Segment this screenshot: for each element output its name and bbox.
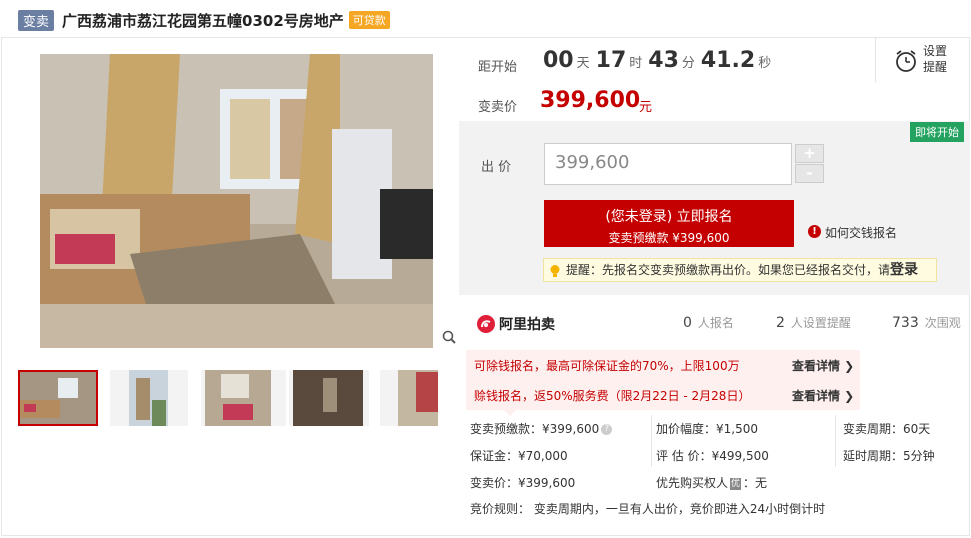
deduction-offer-2: 赊钱报名，返50%服务费（限2月22日 - 2月28日） xyxy=(474,389,751,403)
signup-button[interactable]: (您未登录) 立即报名 变卖预缴款 ¥399,600 xyxy=(544,200,794,247)
views-label: 次围观 xyxy=(924,316,961,330)
how-to-pay-link[interactable]: 如何交钱报名 xyxy=(825,224,897,241)
countdown-seconds-unit: 秒 xyxy=(758,56,772,71)
signup-count: 0 人报名 xyxy=(683,314,734,331)
prepay-amount: 变卖预缴款：¥399,600? xyxy=(470,420,613,437)
sale-price: 399,600 xyxy=(540,88,641,113)
remind-line1: 设置 xyxy=(923,44,948,58)
remind-line2: 提醒 xyxy=(923,60,948,74)
bidding-rules: 竞价规则： 变卖周期内，一旦有人出价，竞价即进入24小时倒计时 xyxy=(470,502,826,516)
status-badge: 即将开始 xyxy=(910,122,964,142)
login-link[interactable]: 登录 xyxy=(890,262,918,278)
bid-increment: 加价幅度：¥1,500 xyxy=(656,422,758,436)
countdown-hours-unit: 时 xyxy=(629,56,643,71)
countdown-days: 00 xyxy=(543,48,574,73)
bid-label: 出 价 xyxy=(481,160,512,175)
deposit: 保证金：¥70,000 xyxy=(470,449,568,463)
priority-value: ：无 xyxy=(743,476,768,490)
appraisal-price: 评 估 价：¥499,500 xyxy=(656,449,769,463)
divider xyxy=(651,415,652,467)
main-property-image[interactable] xyxy=(40,54,433,348)
countdown-minutes-unit: 分 xyxy=(681,56,695,71)
thumbnail-1[interactable] xyxy=(18,370,98,426)
delay-period: 延时周期：5分钟 xyxy=(843,449,935,463)
reminder-count: 2 人设置提醒 xyxy=(776,314,851,331)
loan-available-tag: 可贷款 xyxy=(348,11,390,29)
thumbnail-3[interactable] xyxy=(201,370,286,426)
increase-bid-button[interactable]: + xyxy=(795,144,824,163)
alibaba-auction-logo: 阿里拍卖 xyxy=(477,314,555,334)
divider xyxy=(875,38,876,82)
thumbnail-4[interactable] xyxy=(289,370,369,426)
countdown-hours: 17 xyxy=(595,48,627,73)
help-icon[interactable]: ? xyxy=(601,424,613,435)
tip-text: 提醒：先报名交变卖预缴款再出价。如果您已经报名交付，请 xyxy=(566,263,891,277)
thumbnail-strip xyxy=(18,370,438,426)
deduction-detail-link-2[interactable]: 查看详情 ❯ xyxy=(792,387,854,404)
set-reminder-button[interactable]: 设置 提醒 xyxy=(923,43,953,75)
alibaba-auction-icon xyxy=(477,315,495,333)
lightbulb-icon xyxy=(549,263,561,277)
signups-count: 0 xyxy=(683,315,692,331)
thumbnail-5[interactable] xyxy=(380,370,438,426)
signup-label: (您未登录) 立即报名 xyxy=(605,209,733,225)
prepay-text: 变卖预缴款：¥399,600 xyxy=(470,422,600,436)
countdown-seconds: 41.2 xyxy=(700,48,756,73)
deduction-caret xyxy=(503,409,517,416)
signup-deposit: 变卖预缴款 ¥399,600 xyxy=(608,231,730,245)
countdown-minutes: 43 xyxy=(648,48,679,73)
price-label: 变卖价 xyxy=(478,100,518,115)
views-count: 733 xyxy=(892,315,919,331)
priority-buyer: 优先购买权人优：无 xyxy=(656,474,767,491)
alarm-clock-icon[interactable] xyxy=(894,49,918,73)
info-icon: ! xyxy=(808,225,821,238)
thumbnail-2[interactable] xyxy=(110,370,188,426)
logo-text: 阿里拍卖 xyxy=(499,317,555,333)
header: 变卖 广西荔浦市荔江花园第五幢0302号房地产 可贷款 xyxy=(18,9,390,31)
divider xyxy=(835,415,836,467)
price-unit: 元 xyxy=(639,100,653,115)
reminders-count: 2 xyxy=(776,315,785,331)
sale-price-detail: 变卖价：¥399,600 xyxy=(470,476,576,490)
countdown-days-unit: 天 xyxy=(576,56,590,71)
priority-badge: 优 xyxy=(730,477,742,490)
countdown-timer: 00 天 17 时 43 分 41.2 秒 xyxy=(543,48,777,73)
view-count: 733 次围观 xyxy=(892,314,961,331)
reminders-label: 人设置提醒 xyxy=(790,316,851,330)
deduction-detail-link-1[interactable]: 查看详情 ❯ xyxy=(792,357,854,374)
signups-label: 人报名 xyxy=(697,316,734,330)
deduction-offer-1: 可除钱报名，最高可除保证金的70%，上限100万 xyxy=(474,359,740,373)
sale-type-tag: 变卖 xyxy=(18,9,55,31)
countdown-label: 距开始 xyxy=(478,60,518,75)
reminder-tip: 提醒：先报名交变卖预缴款再出价。如果您已经报名交付，请登录 xyxy=(543,258,937,282)
zoom-icon[interactable] xyxy=(442,330,456,344)
priority-label: 优先购买权人 xyxy=(656,476,729,490)
bid-amount-input[interactable]: 399,600 xyxy=(544,143,792,185)
sale-cycle: 变卖周期：60天 xyxy=(843,422,931,436)
decrease-bid-button[interactable]: - xyxy=(795,164,824,183)
page-title: 广西荔浦市荔江花园第五幢0302号房地产 xyxy=(62,11,344,30)
